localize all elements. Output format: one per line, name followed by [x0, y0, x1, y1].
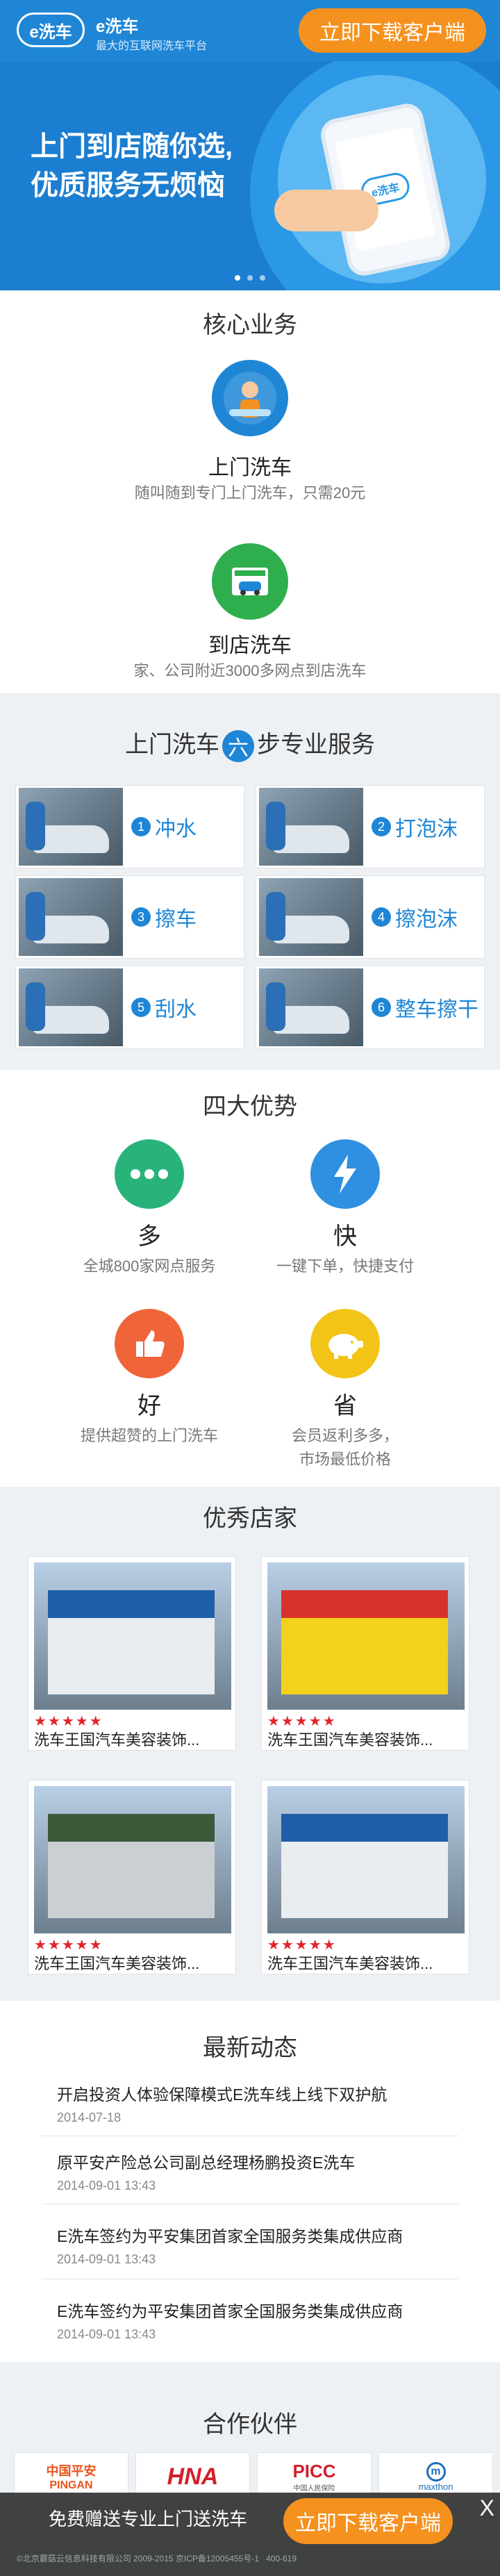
step-card[interactable]: 3 擦车 [15, 875, 244, 959]
banner-line-2: 优质服务无烦恼 [31, 170, 225, 201]
thumbs-up-icon [115, 1309, 184, 1378]
bottom-promo-text: 免费赠送专业上门送洗车 [49, 2509, 248, 2529]
logo[interactable]: e洗车 [17, 13, 85, 47]
core-item-title[interactable]: 到店洗车 [0, 628, 500, 659]
step-photo [259, 788, 363, 866]
partner-sub: PINGAN [49, 2479, 93, 2491]
hero-banner[interactable]: 上门到店随你选, 优质服务无烦恼 e洗车 [0, 61, 500, 290]
partner-sub: 中国人民保险 [293, 2485, 335, 2493]
core-item-desc: 家、公司附近3000多网点到店洗车 [133, 662, 367, 679]
advantage-name: 快 [333, 1223, 357, 1250]
carousel-dot[interactable] [260, 275, 265, 281]
news-item-title[interactable]: 原平安产险总公司副总经理杨鹏投资E洗车 [57, 2149, 446, 2173]
step-card[interactable]: 2 打泡沫 [256, 785, 485, 868]
news-item-date: 2014-09-01 13:43 [57, 2179, 156, 2193]
news-title: 最新动态 [203, 2035, 297, 2061]
advantages-title: 四大优势 [203, 1093, 297, 1120]
store-photo [34, 1786, 231, 1933]
store-photo [34, 1562, 231, 1710]
step-label: 冲水 [155, 818, 197, 841]
steps-title-post: 步专业服务 [257, 732, 375, 758]
step-label: 打泡沫 [395, 818, 458, 841]
more-dots-icon [115, 1139, 184, 1209]
step-label: 刮水 [155, 998, 197, 1021]
logo-text: e洗车 [29, 22, 72, 42]
copyright: ©北京蘑菇云信息科技有限公司 2009-2015 京ICP备12005455号-… [17, 2552, 483, 2564]
advantage-desc-line: 市场最低价格 [299, 1451, 391, 1468]
store-photo [267, 1562, 465, 1710]
step-card[interactable]: 6 整车擦干 [256, 966, 485, 1049]
advantage-desc-line: 会员返利多多， [291, 1427, 399, 1444]
step-number: 1 [131, 817, 151, 836]
bottom-download-bar: 免费赠送专业上门送洗车 立即下载客户端 X ©北京蘑菇云信息科技有限公司 200… [0, 2493, 500, 2576]
partner-name: PICC [292, 2461, 336, 2482]
step-number: 4 [372, 907, 391, 927]
news-item-date: 2014-07-18 [57, 2111, 122, 2124]
advantage-name: 省 [333, 1393, 357, 1419]
store-name[interactable]: 洗车王国汽车美容装饰... [267, 1728, 465, 1750]
step-label: 擦泡沫 [395, 908, 458, 931]
step-photo [19, 788, 123, 866]
store-card[interactable]: ★★★★★ 洗车王国汽车美容装饰... [28, 1556, 236, 1751]
step-card[interactable]: 4 擦泡沫 [256, 875, 485, 959]
brand-tagline: 最大的互联网洗车平台 [96, 40, 208, 52]
hotline: 400-619 [265, 2554, 297, 2563]
store-name[interactable]: 洗车王国汽车美容装饰... [267, 1951, 465, 1974]
step-photo [259, 968, 363, 1046]
home-wash-icon[interactable] [212, 360, 288, 436]
download-client-button[interactable]: 立即下载客户端 [299, 8, 486, 53]
store-wash-icon[interactable] [212, 543, 288, 620]
banner-headline: 上门到店随你选, 优质服务无烦恼 [31, 127, 233, 205]
partner-name: HNA [167, 2463, 219, 2490]
store-photo [267, 1786, 465, 1933]
carousel-dots [0, 275, 500, 281]
advantage-desc: 一键下单，快捷支付 [276, 1257, 414, 1275]
piggy-bank-icon [310, 1309, 380, 1378]
news-item-date: 2014-09-01 13:43 [57, 2252, 156, 2266]
partner-sub: maxthon [418, 2481, 453, 2492]
stores-title: 优秀店家 [203, 1505, 297, 1532]
store-name[interactable]: 洗车王国汽车美容装饰... [34, 1728, 231, 1750]
partner-name: 中国平安 [46, 2464, 97, 2478]
partners-title: 合作伙伴 [203, 2411, 297, 2438]
brand-name: e洗车 [96, 17, 139, 36]
partner-name: m [426, 2461, 446, 2482]
core-section-title: 核心业务 [203, 312, 297, 338]
news-item-title[interactable]: E洗车签约为平安集团首家全国服务类集成供应商 [57, 2223, 446, 2247]
step-card[interactable]: 1 冲水 [15, 785, 244, 868]
news-item-title[interactable]: 开启投资人体验保障模式E洗车线上线下双护航 [57, 2081, 446, 2105]
store-card[interactable]: ★★★★★ 洗车王国汽车美容装饰... [28, 1780, 236, 1974]
step-photo [19, 968, 123, 1046]
news-item-title[interactable]: E洗车签约为平安集团首家全国服务类集成供应商 [57, 2298, 446, 2322]
bottom-download-button[interactable]: 立即下载客户端 [283, 2498, 453, 2544]
step-photo [19, 878, 123, 956]
step-number: 6 [372, 998, 391, 1017]
store-name[interactable]: 洗车王国汽车美容装饰... [34, 1951, 231, 1974]
top-header: e洗车 e洗车 最大的互联网洗车平台 立即下载客户端 [0, 0, 500, 61]
core-item-desc: 随叫随到专门上门洗车，只需20元 [134, 484, 366, 502]
step-number: 3 [131, 907, 151, 927]
step-photo [259, 878, 363, 956]
lightning-icon [310, 1139, 380, 1209]
news-item-date: 2014-09-01 13:43 [57, 2327, 156, 2341]
step-card[interactable]: 5 刮水 [15, 966, 244, 1049]
step-label: 整车擦干 [395, 998, 478, 1021]
close-icon[interactable]: X [480, 2495, 494, 2521]
step-label: 擦车 [155, 908, 197, 931]
banner-line-1: 上门到店随你选, [31, 131, 233, 162]
store-card[interactable]: ★★★★★ 洗车王国汽车美容装饰... [261, 1780, 469, 1974]
carousel-dot[interactable] [235, 275, 240, 281]
store-card[interactable]: ★★★★★ 洗车王国汽车美容装饰... [261, 1556, 469, 1751]
steps-section-title: 上门洗车六步专业服务 [0, 725, 500, 763]
steps-title-number: 六 [222, 730, 254, 763]
advantage-desc: 会员返利多多， 市场最低价格 [220, 1424, 470, 1471]
core-item-title[interactable]: 上门洗车 [0, 450, 500, 481]
carousel-dot[interactable] [247, 275, 253, 281]
steps-title-pre: 上门洗车 [125, 732, 219, 758]
copyright-text: ©北京蘑菇云信息科技有限公司 2009-2015 京ICP备12005455号-… [17, 2554, 259, 2563]
hand-illustration [274, 190, 378, 231]
step-number: 5 [131, 998, 151, 1017]
step-number: 2 [372, 817, 391, 836]
